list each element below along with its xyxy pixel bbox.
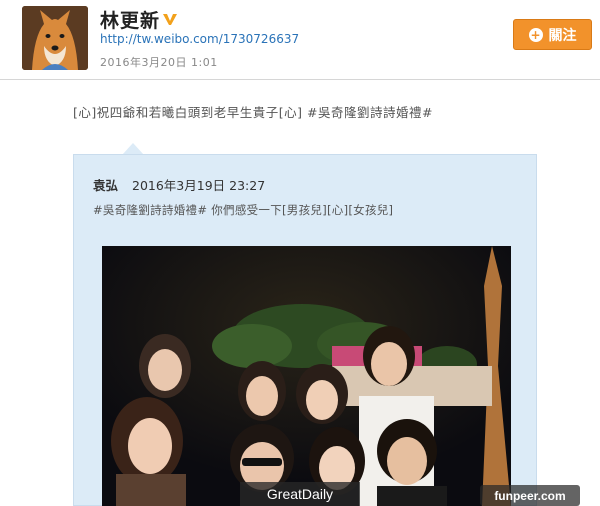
post-text: [心]祝四爺和若曦白頭到老早生貴子[心] #吳奇隆劉詩詩婚禮#: [73, 105, 433, 120]
repost-author[interactable]: 袁弘: [93, 175, 118, 194]
shiba-dog-avatar-icon: [22, 6, 88, 70]
watermark-greatdaily: GreatDaily: [240, 482, 360, 506]
group-photo-image: [102, 246, 511, 506]
plus-icon: +: [528, 27, 543, 42]
repost-date: 2016年3月19日 23:27: [132, 178, 266, 193]
follow-label: 關注: [548, 27, 577, 44]
post-timestamp: 2016年3月20日 1:01: [100, 56, 218, 69]
watermark-funpeer: funpeer.com: [480, 485, 580, 506]
avatar[interactable]: [22, 6, 88, 70]
repost-text: #吳奇隆劉詩詩婚禮# 你們感受一下[男孩兒][心][女孩兒]: [93, 203, 394, 217]
header-divider: [0, 79, 600, 80]
repost-photo[interactable]: [102, 246, 511, 506]
post-header: 林更新 http://tw.weibo.com/1730726637 2016年…: [0, 0, 600, 80]
repost-card: 袁弘 2016年3月19日 23:27 #吳奇隆劉詩詩婚禮# 你們感受一下[男孩…: [73, 154, 537, 506]
profile-link[interactable]: http://tw.weibo.com/1730726637: [100, 32, 299, 46]
verified-v-icon: [163, 14, 177, 25]
follow-button[interactable]: + 關注: [513, 19, 592, 50]
profile-name[interactable]: 林更新: [100, 6, 160, 33]
